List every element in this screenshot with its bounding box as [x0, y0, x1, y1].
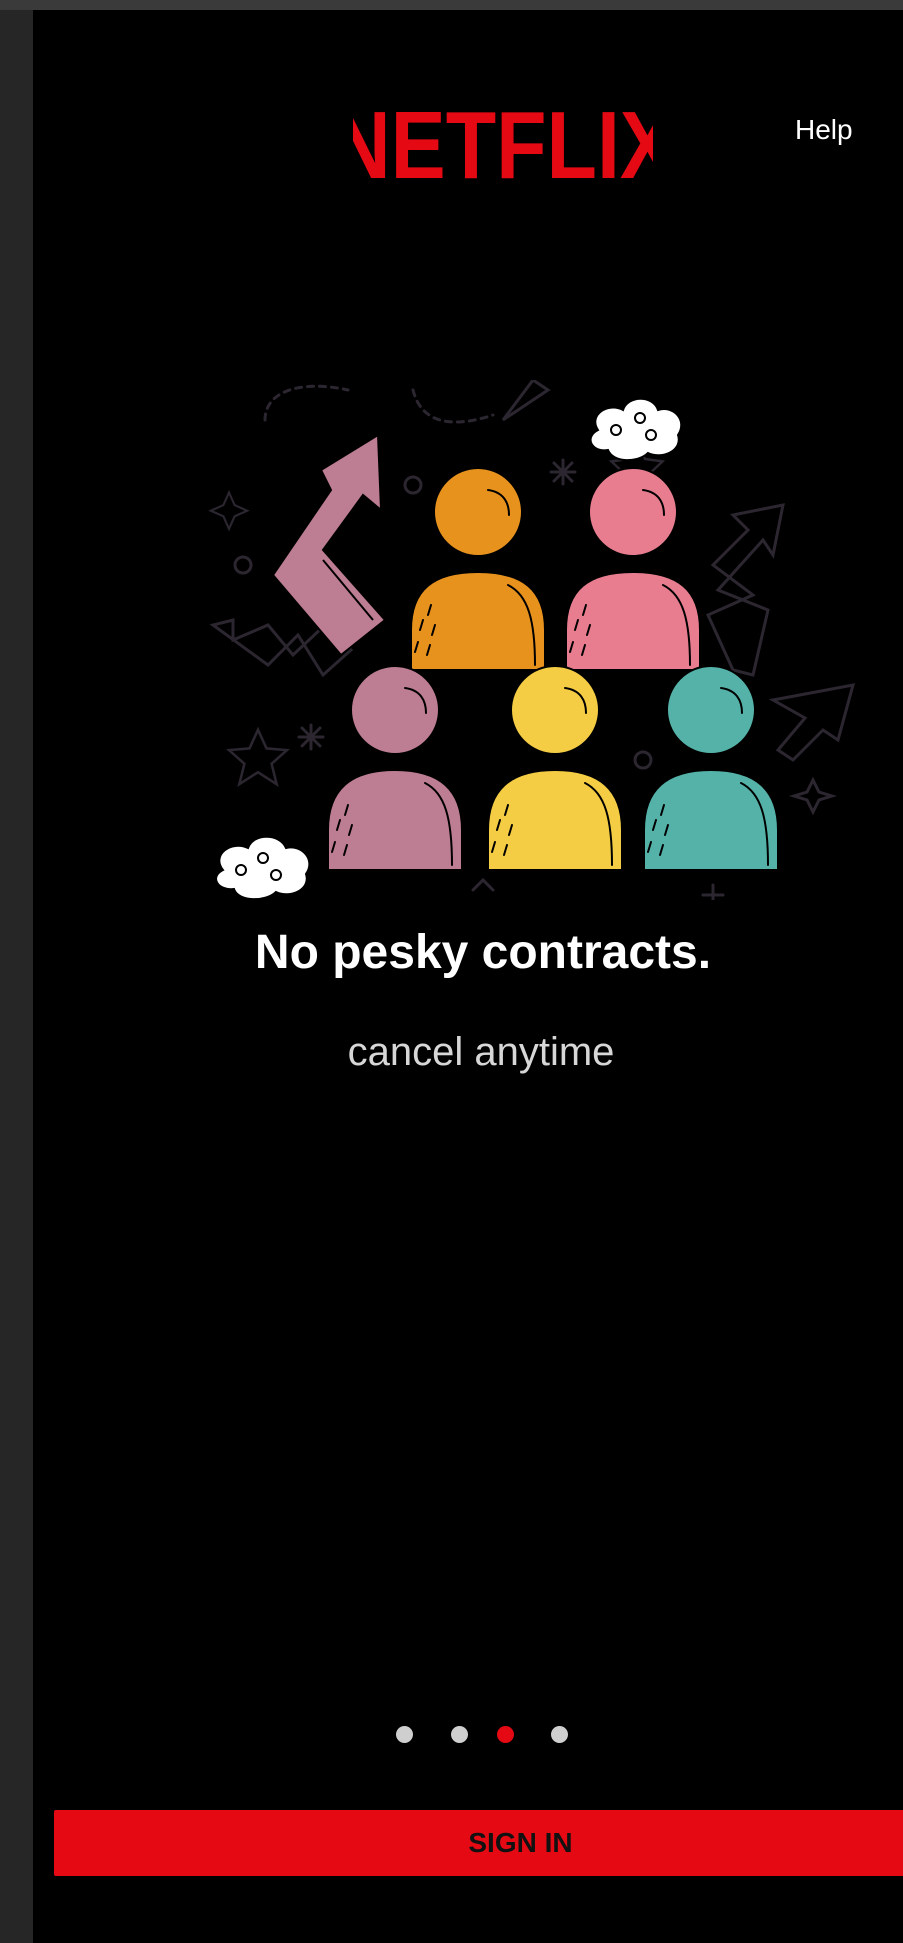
netflix-logo-text: NETFLIX	[353, 98, 653, 188]
sign-in-label: SIGN IN	[468, 1827, 573, 1858]
onboarding-headline: No pesky contracts.	[254, 926, 712, 979]
status-bar	[0, 0, 903, 10]
page-indicator	[396, 1726, 636, 1746]
page-dot-4[interactable]	[551, 1726, 568, 1743]
page-dot-2[interactable]	[451, 1726, 468, 1743]
group-of-people-illustration	[173, 380, 873, 900]
sign-in-button[interactable]: SIGN IN	[54, 1810, 903, 1876]
app-screen: NETFLIX Help	[33, 10, 903, 1943]
netflix-logo: NETFLIX	[353, 98, 653, 188]
onboarding-subline: cancel anytime	[347, 1030, 615, 1074]
page-dot-1[interactable]	[396, 1726, 413, 1743]
help-link[interactable]: Help	[795, 114, 853, 146]
page-dot-3-active[interactable]	[497, 1726, 514, 1743]
